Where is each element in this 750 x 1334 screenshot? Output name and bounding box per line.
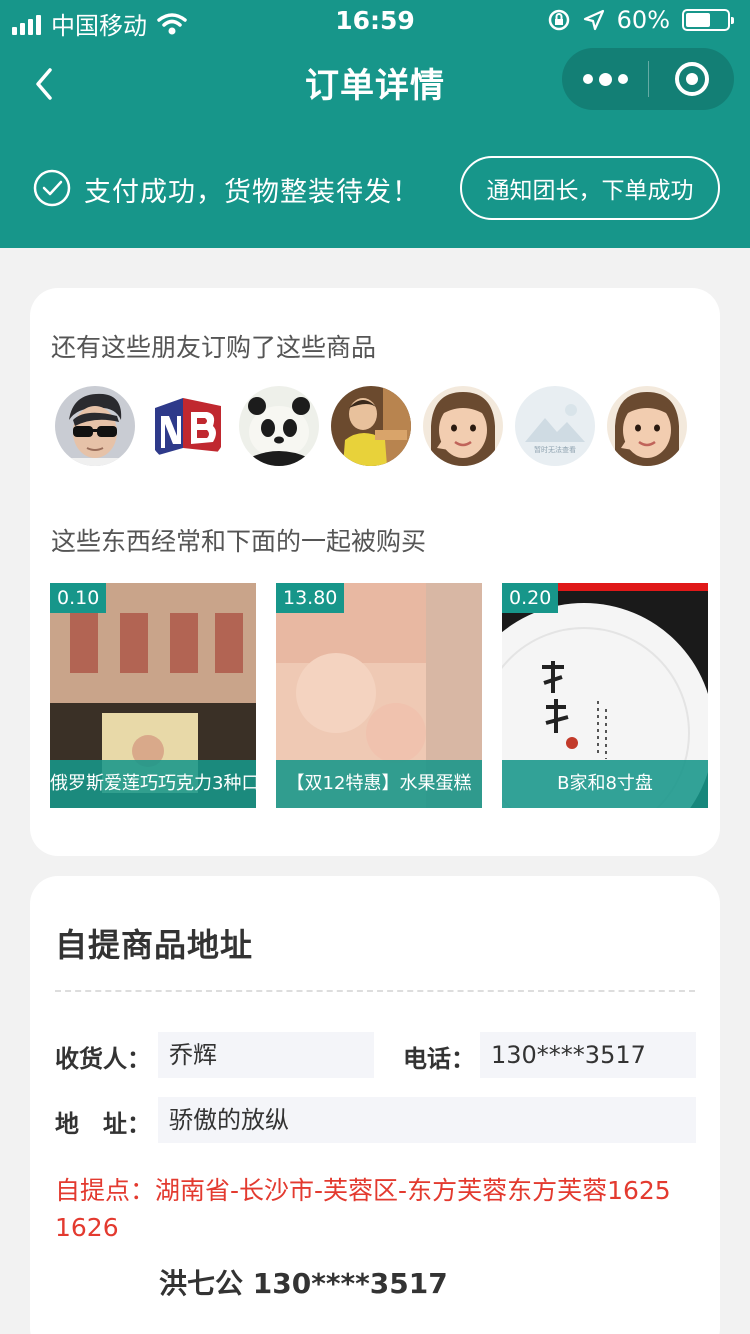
avatar-sunglasses-man bbox=[55, 386, 135, 466]
navbar: 订单详情 bbox=[0, 40, 750, 128]
product-card[interactable]: 0.20 B家和8寸盘 bbox=[502, 583, 708, 808]
receiver-field[interactable]: 乔辉 bbox=[158, 1032, 374, 1078]
orientation-lock-icon bbox=[548, 9, 569, 31]
status-bar: 中国移动 16:59 60% bbox=[0, 0, 750, 40]
payment-status-banner: 支付成功，货物整装待发！ 通知团长，下单成功 bbox=[0, 128, 750, 248]
product-card[interactable]: 0.10 俄罗斯爱莲巧巧克力3种口 bbox=[50, 583, 256, 808]
avatar[interactable]: 暂时无法查看 bbox=[515, 386, 595, 466]
product-card[interactable]: 13.80 【双12特惠】水果蛋糕 bbox=[276, 583, 482, 808]
avatar-toddler bbox=[331, 386, 411, 466]
address-card-title: 自提商品地址 bbox=[55, 926, 254, 964]
more-dots-icon bbox=[582, 74, 593, 84]
receiver-label: 收货人： bbox=[55, 1045, 151, 1073]
product-name: 俄罗斯爱莲巧巧克力3种口 bbox=[50, 760, 256, 808]
payment-success-text: 支付成功，货物整装待发！ bbox=[84, 177, 420, 208]
avatar-panda bbox=[239, 386, 319, 466]
avatar[interactable] bbox=[331, 386, 411, 466]
target-icon bbox=[674, 62, 709, 96]
avatar[interactable] bbox=[55, 386, 135, 466]
more-menu-button[interactable] bbox=[562, 48, 648, 110]
product-name: 【双12特惠】水果蛋糕 bbox=[276, 760, 482, 808]
miniprogram-capsule bbox=[562, 48, 734, 110]
pickup-contact: 洪七公 130****3517 bbox=[159, 1267, 448, 1300]
check-circle-icon bbox=[33, 169, 71, 207]
battery-fill bbox=[686, 13, 710, 27]
product-name: B家和8寸盘 bbox=[502, 760, 708, 808]
pickup-point-text: 自提点：湖南省-长沙市-芙蓉区-东方芙蓉东方芙蓉1625 1626 bbox=[55, 1176, 671, 1242]
avatar-girl bbox=[423, 386, 503, 466]
friends-heading: 还有这些朋友订购了这些商品 bbox=[51, 333, 377, 362]
price-tag: 0.10 bbox=[50, 583, 107, 613]
battery-icon bbox=[682, 9, 734, 31]
price-tag: 13.80 bbox=[276, 583, 345, 613]
phone-field[interactable]: 130****3517 bbox=[480, 1032, 696, 1078]
price-tag: 0.20 bbox=[502, 583, 559, 613]
avatar-nb-logo bbox=[147, 386, 227, 466]
close-miniprogram-button[interactable] bbox=[649, 48, 734, 110]
avatar-placeholder-text: 暂时无法查看 bbox=[534, 445, 576, 454]
avatar-girl bbox=[607, 386, 687, 466]
avatar-placeholder: 暂时无法查看 bbox=[515, 386, 595, 466]
related-product-list: 0.10 俄罗斯爱莲巧巧克力3种口 13.80 【双12特惠】水果蛋糕 0.20… bbox=[50, 583, 708, 808]
pickup-address-card: 自提商品地址 收货人： 乔辉 电话： 130****3517 地 址： 骄傲的放… bbox=[30, 876, 720, 1334]
avatar[interactable] bbox=[423, 386, 503, 466]
related-heading: 这些东西经常和下面的一起被购买 bbox=[51, 527, 427, 556]
status-right: 60% bbox=[547, 6, 734, 34]
avatar[interactable] bbox=[607, 386, 687, 466]
avatar[interactable] bbox=[147, 386, 227, 466]
phone-label: 电话： bbox=[403, 1045, 475, 1073]
address-field[interactable]: 骄傲的放纵 bbox=[158, 1097, 696, 1143]
dashed-divider bbox=[55, 990, 695, 992]
avatar[interactable] bbox=[239, 386, 319, 466]
notify-leader-button[interactable]: 通知团长，下单成功 bbox=[460, 156, 720, 220]
battery-percent: 60% bbox=[616, 6, 670, 34]
address-label: 地 址： bbox=[55, 1110, 151, 1138]
location-arrow-icon bbox=[583, 9, 604, 31]
recommendations-card: 还有这些朋友订购了这些商品 暂时无法查看 这些东西经常和下面的一起被购买 0.1… bbox=[30, 288, 720, 856]
friend-avatar-list: 暂时无法查看 bbox=[55, 386, 687, 466]
